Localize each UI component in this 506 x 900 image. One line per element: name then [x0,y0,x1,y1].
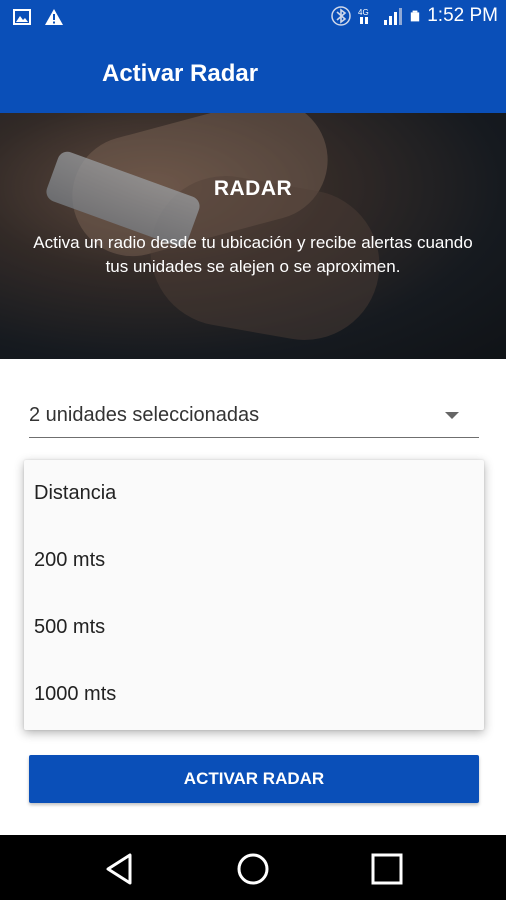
image-icon [13,9,31,25]
back-icon[interactable] [102,851,138,887]
recents-icon[interactable] [369,851,405,887]
hero-title: RADAR [213,177,293,200]
warning-icon [45,9,63,25]
network-label: 4G [358,8,369,17]
home-icon[interactable] [235,851,271,887]
dropdown-item-500[interactable]: 500 mts [24,594,484,661]
status-bar: 4G 1:52 PM [0,0,506,35]
navigation-bar [0,835,506,900]
chevron-down-icon [445,412,459,419]
battery-icon [411,10,420,22]
hero-description: Activa un radio desde tu ubicación y rec… [33,233,473,276]
bluetooth-icon [331,6,351,26]
dropdown-item-1000[interactable]: 1000 mts [24,661,484,728]
dropdown-item-distancia[interactable]: Distancia [24,460,484,527]
network-icon: 4G [358,8,369,24]
signal-icon [384,8,403,25]
distance-dropdown: Distancia 200 mts 500 mts 1000 mts [24,460,484,730]
status-time: 1:52 PM [427,5,498,26]
hero-banner: RADAR Activa un radio desde tu ubicación… [0,113,506,359]
app-bar: Activar Radar [0,35,506,113]
activate-radar-button[interactable]: ACTIVAR RADAR [29,755,479,803]
unit-select[interactable]: 2 unidades seleccionadas [29,392,479,438]
unit-select-value: 2 unidades seleccionadas [29,404,260,426]
dropdown-item-200[interactable]: 200 mts [24,527,484,594]
page-title: Activar Radar [102,60,259,87]
